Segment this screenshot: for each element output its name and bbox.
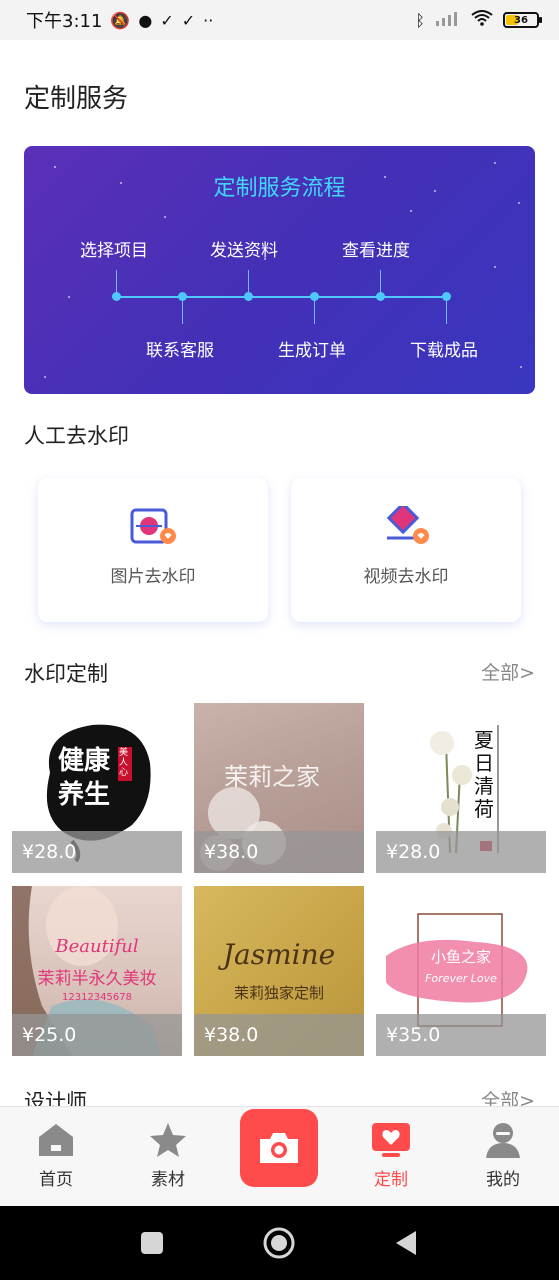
product-card[interactable]: Beautiful 茉莉半永久美妆 12312345678 ¥25.0: [12, 886, 182, 1056]
recent-apps-icon[interactable]: [141, 1232, 163, 1254]
profile-icon: [486, 1123, 520, 1158]
signal-icon: [435, 10, 461, 30]
product-seal-text: 美人心: [119, 748, 129, 778]
camera-button[interactable]: [240, 1109, 318, 1187]
check-icon: ✓: [181, 10, 196, 30]
status-bar: 下午3:11 🔕 ● ✓ ✓ ·· ᛒ 36: [0, 0, 559, 40]
product-price: ¥28.0: [12, 831, 182, 873]
timeline-tick: [182, 298, 183, 324]
step-select-item: 选择项目: [80, 241, 148, 261]
product-card[interactable]: 健康养生 美人心 ¥28.0: [12, 703, 182, 873]
system-navigation-bar: [0, 1206, 559, 1280]
timeline-dot: [310, 292, 319, 301]
product-card[interactable]: 小鱼之家 Forever Love ¥35.0: [376, 886, 546, 1056]
status-time: 下午3:11: [26, 11, 103, 32]
product-text-main: Beautiful: [55, 936, 139, 957]
product-text-main: Jasmine: [222, 938, 336, 971]
image-watermark-label: 图片去水印: [110, 567, 196, 587]
product-card[interactable]: 茉莉之家 ¥38.0: [194, 703, 364, 873]
nav-materials-label: 素材: [151, 1170, 185, 1190]
custom-tv-heart-icon: [372, 1123, 410, 1157]
image-watermark-icon: [130, 508, 176, 544]
product-card[interactable]: 夏日清荷 ¥28.0: [376, 703, 546, 873]
star-icon: [150, 1123, 186, 1157]
camera-icon: [260, 1133, 298, 1163]
nav-profile-label: 我的: [486, 1170, 520, 1190]
video-watermark-removal-card[interactable]: 视频去水印: [291, 478, 521, 622]
step-create-order: 生成订单: [278, 341, 346, 361]
nav-custom-label: 定制: [374, 1170, 408, 1190]
timeline-tick: [446, 298, 447, 324]
timeline-tick: [314, 298, 315, 324]
page-title: 定制服务: [24, 84, 129, 114]
service-process-banner[interactable]: 定制服务流程 选择项目 发送资料 查看进度 联系客服 生成订单 下载成品: [24, 146, 535, 394]
timeline-dot: [376, 292, 385, 301]
step-download: 下载成品: [410, 341, 478, 361]
product-text-sub: 茉莉独家定制: [233, 984, 324, 1002]
nav-custom[interactable]: 定制: [351, 1107, 431, 1207]
product-price: ¥38.0: [194, 831, 364, 873]
nav-home-label: 首页: [39, 1170, 73, 1190]
product-text-main: 小鱼之家: [430, 948, 491, 966]
product-text-sub: Forever Love: [425, 972, 497, 985]
step-check-progress: 查看进度: [342, 241, 410, 261]
mute-bell-icon: 🔕: [110, 10, 131, 30]
nav-profile[interactable]: 我的: [463, 1107, 543, 1207]
more-dots-icon: ··: [203, 10, 214, 30]
section-title-watermark-removal: 人工去水印: [24, 424, 129, 448]
step-send-info: 发送资料: [210, 241, 278, 261]
timeline-line: [116, 296, 446, 298]
product-price: ¥38.0: [194, 1014, 364, 1056]
product-text-main: 健康养生: [58, 746, 111, 810]
product-price: ¥28.0: [376, 831, 546, 873]
product-text-main: 茉莉之家: [224, 763, 320, 791]
image-watermark-removal-card[interactable]: 图片去水印: [38, 478, 268, 622]
product-price: ¥35.0: [376, 1014, 546, 1056]
message-icon: ●: [138, 10, 153, 30]
check-icon: ✓: [160, 10, 174, 30]
video-watermark-icon: [386, 506, 429, 544]
bottom-navigation: 首页 素材 定制 我的: [0, 1106, 559, 1206]
section-title-watermark-custom: 水印定制: [24, 662, 108, 686]
watermark-custom-view-all-link[interactable]: 全部>: [481, 658, 535, 685]
product-price: ¥25.0: [12, 1014, 182, 1056]
wifi-icon: [471, 10, 493, 30]
bluetooth-icon: ᛒ: [415, 10, 425, 30]
back-icon[interactable]: [396, 1231, 416, 1255]
home-icon: [39, 1124, 73, 1156]
product-text-main: 夏日清荷: [474, 728, 494, 821]
product-text-sub: 茉莉半永久美妆: [37, 969, 157, 989]
product-card[interactable]: Jasmine 茉莉独家定制 ¥38.0: [194, 886, 364, 1056]
nav-materials[interactable]: 素材: [128, 1107, 208, 1207]
timeline-dot: [178, 292, 187, 301]
timeline-dot: [112, 292, 121, 301]
timeline-dot: [244, 292, 253, 301]
timeline-dot: [442, 292, 451, 301]
step-contact-service: 联系客服: [146, 341, 214, 361]
home-circle-icon[interactable]: [263, 1227, 295, 1259]
banner-title: 定制服务流程: [213, 176, 346, 201]
video-watermark-label: 视频去水印: [363, 567, 449, 587]
battery-icon: 36: [503, 12, 542, 28]
nav-home[interactable]: 首页: [16, 1107, 96, 1207]
product-phone: 12312345678: [62, 992, 132, 1003]
